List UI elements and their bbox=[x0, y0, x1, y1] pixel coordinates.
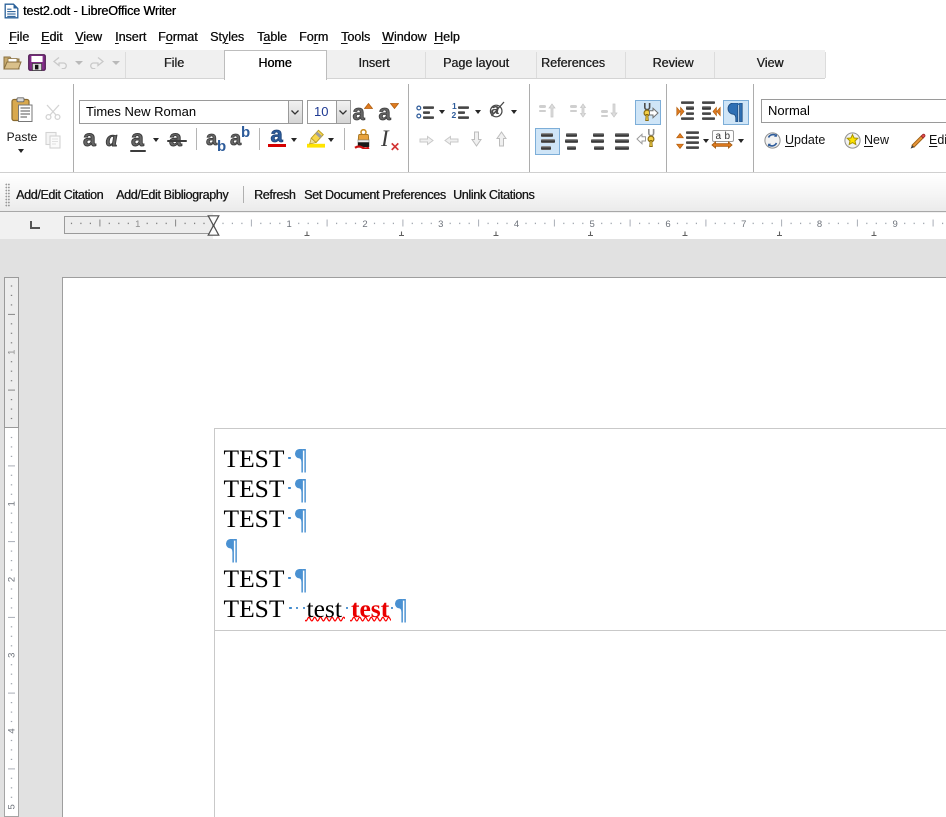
svg-text:1: 1 bbox=[287, 219, 292, 230]
svg-text:5: 5 bbox=[590, 219, 595, 230]
svg-text:7: 7 bbox=[741, 219, 746, 230]
svg-text:3: 3 bbox=[7, 653, 18, 658]
svg-text:4: 4 bbox=[514, 219, 519, 230]
svg-text:1: 1 bbox=[135, 219, 140, 230]
svg-text:2: 2 bbox=[7, 577, 18, 582]
svg-text:6: 6 bbox=[665, 219, 670, 230]
svg-text:1: 1 bbox=[7, 501, 18, 506]
svg-text:2: 2 bbox=[362, 219, 367, 230]
svg-text:4: 4 bbox=[7, 728, 18, 733]
svg-text:8: 8 bbox=[817, 219, 822, 230]
svg-text:1: 1 bbox=[7, 350, 18, 355]
svg-text:3: 3 bbox=[438, 219, 443, 230]
svg-text:9: 9 bbox=[893, 219, 898, 230]
svg-text:5: 5 bbox=[7, 804, 18, 809]
